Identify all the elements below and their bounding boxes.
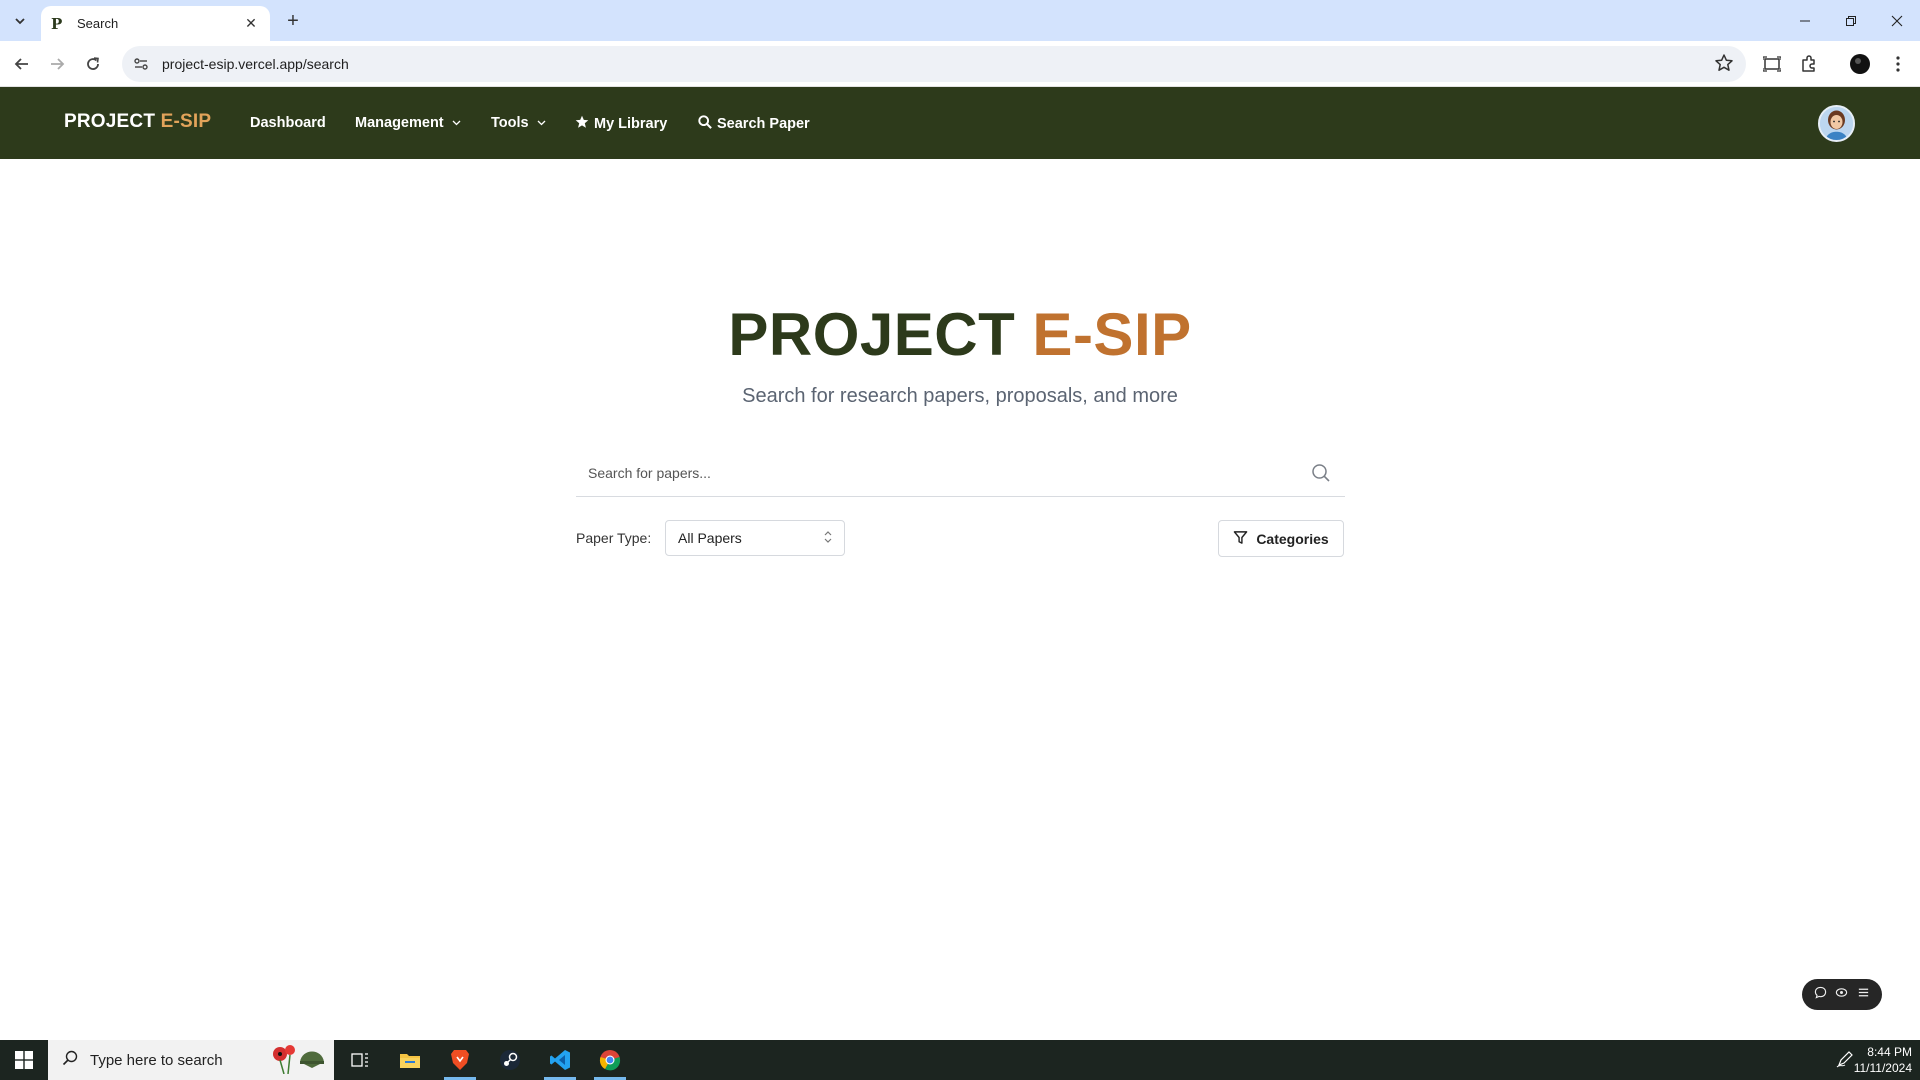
profile-icon[interactable] <box>1848 52 1872 76</box>
steam-icon[interactable] <box>486 1040 534 1080</box>
vscode-icon[interactable] <box>536 1040 584 1080</box>
menu-lines-icon[interactable] <box>1857 986 1870 1004</box>
nav-my-library[interactable]: My Library <box>575 115 667 133</box>
page-title-main: PROJECT <box>728 301 1033 368</box>
search-icon <box>1312 464 1330 482</box>
select-updown-icon <box>824 530 832 545</box>
reload-icon[interactable] <box>79 50 107 78</box>
extensions-icon[interactable] <box>1797 52 1821 76</box>
nav-tools[interactable]: Tools <box>491 115 546 131</box>
tab-favicon-icon: P <box>51 14 63 33</box>
filter-icon <box>1233 530 1248 548</box>
brave-browser-icon[interactable] <box>436 1040 484 1080</box>
windows-start-icon[interactable] <box>0 1040 48 1080</box>
chevron-down-icon <box>452 118 461 128</box>
browser-toolbar: project-esip.vercel.app/search <box>0 41 1920 87</box>
minimize-button[interactable] <box>1782 0 1828 41</box>
new-tab-button[interactable]: + <box>280 8 306 34</box>
close-window-button[interactable] <box>1874 0 1920 41</box>
nav-search-paper-label: Search Paper <box>717 116 810 132</box>
tab-close-icon[interactable]: ✕ <box>242 15 260 33</box>
nav-dashboard-label: Dashboard <box>250 115 326 131</box>
brand-main-text: PROJECT <box>64 111 161 132</box>
brand-accent-text: E-SIP <box>160 111 212 132</box>
nav-management-label: Management <box>355 115 444 131</box>
chrome-icon[interactable] <box>586 1040 634 1080</box>
nav-my-library-label: My Library <box>594 116 668 132</box>
star-icon <box>575 115 589 133</box>
eye-toggle-icon[interactable] <box>1835 986 1848 1004</box>
tab-search-dropdown-icon[interactable] <box>8 9 32 33</box>
taskbar-search-box[interactable]: Type here to search <box>48 1040 334 1080</box>
categories-button[interactable]: Categories <box>1218 520 1344 557</box>
poppy-decoration-icon <box>262 1042 328 1078</box>
url-text: project-esip.vercel.app/search <box>162 56 349 72</box>
nav-tools-label: Tools <box>491 115 529 131</box>
screen-cast-icon[interactable] <box>1760 52 1784 76</box>
chevron-down-icon <box>537 118 546 128</box>
clock-date: 11/11/2024 <box>1853 1061 1912 1075</box>
site-info-icon[interactable] <box>130 53 152 75</box>
search-icon <box>62 1050 78 1070</box>
search-bar <box>576 451 1345 497</box>
taskbar-search-placeholder: Type here to search <box>90 1051 223 1069</box>
paper-type-label: Paper Type: <box>576 530 652 546</box>
user-avatar[interactable] <box>1818 105 1855 142</box>
categories-label: Categories <box>1256 530 1329 547</box>
system-clock[interactable]: 8:44 PM 11/11/2024 <box>1854 1044 1912 1076</box>
chat-bubble-icon[interactable] <box>1814 986 1827 1004</box>
app-navbar: PROJECT E-SIP Dashboard Management Tools… <box>0 87 1920 159</box>
browser-tab[interactable]: P Search ✕ <box>41 6 270 41</box>
page-title-accent: E-SIP <box>1032 301 1192 368</box>
clock-time: 8:44 PM <box>1867 1045 1912 1059</box>
nav-management[interactable]: Management <box>355 115 461 131</box>
search-button[interactable] <box>1309 461 1333 485</box>
tab-title: Search <box>77 16 119 31</box>
paper-type-selected-value: All Papers <box>678 530 742 546</box>
back-icon[interactable] <box>8 50 36 78</box>
address-bar[interactable]: project-esip.vercel.app/search <box>122 46 1746 82</box>
brand-logo[interactable]: PROJECT E-SIP <box>64 111 211 133</box>
windows-taskbar: Type here to search 8:44 PM 11/11/2024 <box>0 1040 1920 1080</box>
page-subtitle: Search for research papers, proposals, a… <box>742 385 1178 407</box>
bookmark-star-icon[interactable] <box>1714 53 1736 75</box>
browser-tab-strip: P Search ✕ + <box>0 0 1920 41</box>
task-view-icon[interactable] <box>336 1040 384 1080</box>
search-input[interactable] <box>576 451 1291 495</box>
nav-dashboard[interactable]: Dashboard <box>250 115 326 131</box>
search-icon <box>698 115 712 133</box>
nav-search-paper[interactable]: Search Paper <box>698 115 810 133</box>
file-explorer-icon[interactable] <box>386 1040 434 1080</box>
paper-type-select[interactable]: All Papers <box>665 520 845 556</box>
page-title: PROJECT E-SIP <box>0 300 1920 369</box>
floating-toolbar <box>1802 979 1882 1010</box>
restore-button[interactable] <box>1828 0 1874 41</box>
browser-menu-icon[interactable] <box>1886 52 1910 76</box>
forward-icon[interactable] <box>43 50 71 78</box>
